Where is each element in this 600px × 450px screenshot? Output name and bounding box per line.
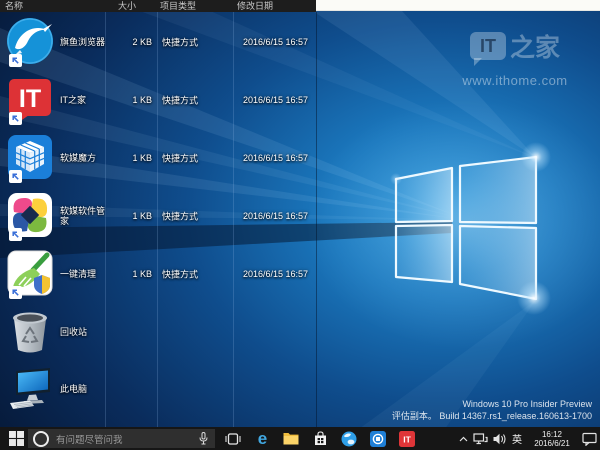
sailfish-browser-icon[interactable] xyxy=(6,17,54,65)
file-explorer-button[interactable] xyxy=(282,427,300,450)
shortcut-arrow-overlay xyxy=(9,112,22,125)
qiyu-browser-taskbar-button[interactable] xyxy=(340,427,358,450)
action-center-button[interactable] xyxy=(578,427,600,450)
mofang-taskbar-icon xyxy=(370,431,386,447)
column-header-type[interactable]: 项目类型 xyxy=(160,0,196,12)
network-tray-button[interactable] xyxy=(470,427,490,450)
globe-browser-icon xyxy=(341,431,357,447)
column-header-name[interactable]: 名称 xyxy=(5,0,23,12)
input-language-indicator[interactable]: 英 xyxy=(512,427,522,450)
task-view-icon xyxy=(225,432,241,446)
file-explorer-icon xyxy=(283,432,299,445)
speaker-icon xyxy=(493,433,506,445)
item-size: 1 KB xyxy=(98,211,152,221)
shortcut-arrow-overlay xyxy=(9,286,22,299)
item-modified: 2016/6/15 16:57 xyxy=(243,153,329,163)
ithome-taskbar-icon: IT xyxy=(399,431,415,447)
edge-icon: e xyxy=(254,430,271,447)
desktop-item-ithome[interactable]: IT IT之家 1 KB 快捷方式 2016/6/15 16:57 xyxy=(0,75,332,124)
store-icon xyxy=(313,431,328,446)
clean-broom-icon[interactable] xyxy=(6,249,54,297)
item-modified: 2016/6/15 16:57 xyxy=(243,269,329,279)
taskbar: 有问题尽管问我 e xyxy=(0,427,600,450)
item-size: 1 KB xyxy=(98,95,152,105)
windows-desktop: 名称 大小 项目类型 修改日期 旗鱼浏览器 2 KB 快捷方式 2016/6/1… xyxy=(0,0,600,450)
mofang-cube-icon[interactable] xyxy=(6,133,54,181)
desktop-item-mofang[interactable]: 软媒魔方 1 KB 快捷方式 2016/6/15 16:57 xyxy=(0,133,332,182)
desktop-item-clean[interactable]: 一键清理 1 KB 快捷方式 2016/6/15 16:57 xyxy=(0,249,332,298)
clock-date: 2016/6/21 xyxy=(529,439,575,448)
this-pc-icon[interactable] xyxy=(6,364,54,412)
item-type: 快捷方式 xyxy=(162,35,234,48)
task-view-button[interactable] xyxy=(224,427,242,450)
tray-overflow-button[interactable] xyxy=(456,427,470,450)
ithome-taskbar-button[interactable]: IT xyxy=(398,427,416,450)
shortcut-arrow-overlay xyxy=(9,170,22,183)
item-type: 快捷方式 xyxy=(162,267,234,280)
clock[interactable]: 16:12 2016/6/21 xyxy=(529,430,575,448)
ethernet-network-icon xyxy=(473,433,488,445)
shortcut-arrow-overlay xyxy=(9,54,22,67)
search-placeholder: 有问题尽管问我 xyxy=(56,432,199,446)
item-type: 快捷方式 xyxy=(162,93,234,106)
svg-text:e: e xyxy=(257,430,266,447)
column-header-modified[interactable]: 修改日期 xyxy=(237,0,273,12)
start-button[interactable] xyxy=(4,427,28,450)
windows-logo-icon xyxy=(9,431,24,446)
desktop-item-recycle-bin[interactable]: 回收站 xyxy=(0,307,332,356)
cortana-search-box[interactable]: 有问题尽管问我 xyxy=(28,429,215,448)
store-button[interactable] xyxy=(311,427,329,450)
ithome-icon[interactable]: IT xyxy=(6,75,54,123)
soft-manager-pinwheel-icon[interactable] xyxy=(6,191,54,239)
item-label[interactable]: 此电脑 xyxy=(60,384,107,394)
item-type: 快捷方式 xyxy=(162,151,234,164)
cortana-icon xyxy=(33,431,49,447)
mofang-taskbar-button[interactable] xyxy=(369,427,387,450)
column-header-size[interactable]: 大小 xyxy=(118,0,136,12)
item-modified: 2016/6/15 16:57 xyxy=(243,37,329,47)
top-edge-white-strip xyxy=(312,0,600,11)
item-size: 1 KB xyxy=(98,153,152,163)
svg-text:IT: IT xyxy=(19,85,41,113)
edge-button[interactable]: e xyxy=(253,427,271,450)
item-label[interactable]: 回收站 xyxy=(60,327,107,337)
chevron-up-icon xyxy=(459,436,468,442)
system-tray: 英 16:12 2016/6/21 xyxy=(456,427,600,450)
clock-time: 16:12 xyxy=(529,430,575,439)
item-size: 2 KB xyxy=(98,37,152,47)
desktop-item-soft-manager[interactable]: 软媒软件管家 1 KB 快捷方式 2016/6/15 16:57 xyxy=(0,191,332,240)
item-modified: 2016/6/15 16:57 xyxy=(243,211,329,221)
svg-text:IT: IT xyxy=(403,434,411,444)
volume-tray-button[interactable] xyxy=(490,427,508,450)
microphone-icon[interactable] xyxy=(199,432,208,445)
shortcut-arrow-overlay xyxy=(9,228,22,241)
desktop-item-this-pc[interactable]: 此电脑 xyxy=(0,364,332,413)
item-size: 1 KB xyxy=(98,269,152,279)
recycle-bin-icon[interactable] xyxy=(6,307,54,355)
item-type: 快捷方式 xyxy=(162,209,234,222)
column-header-bar: 名称 大小 项目类型 修改日期 xyxy=(0,0,316,12)
item-modified: 2016/6/15 16:57 xyxy=(243,95,329,105)
action-center-icon xyxy=(582,432,597,446)
desktop-item-qiyu-browser[interactable]: 旗鱼浏览器 2 KB 快捷方式 2016/6/15 16:57 xyxy=(0,17,332,66)
